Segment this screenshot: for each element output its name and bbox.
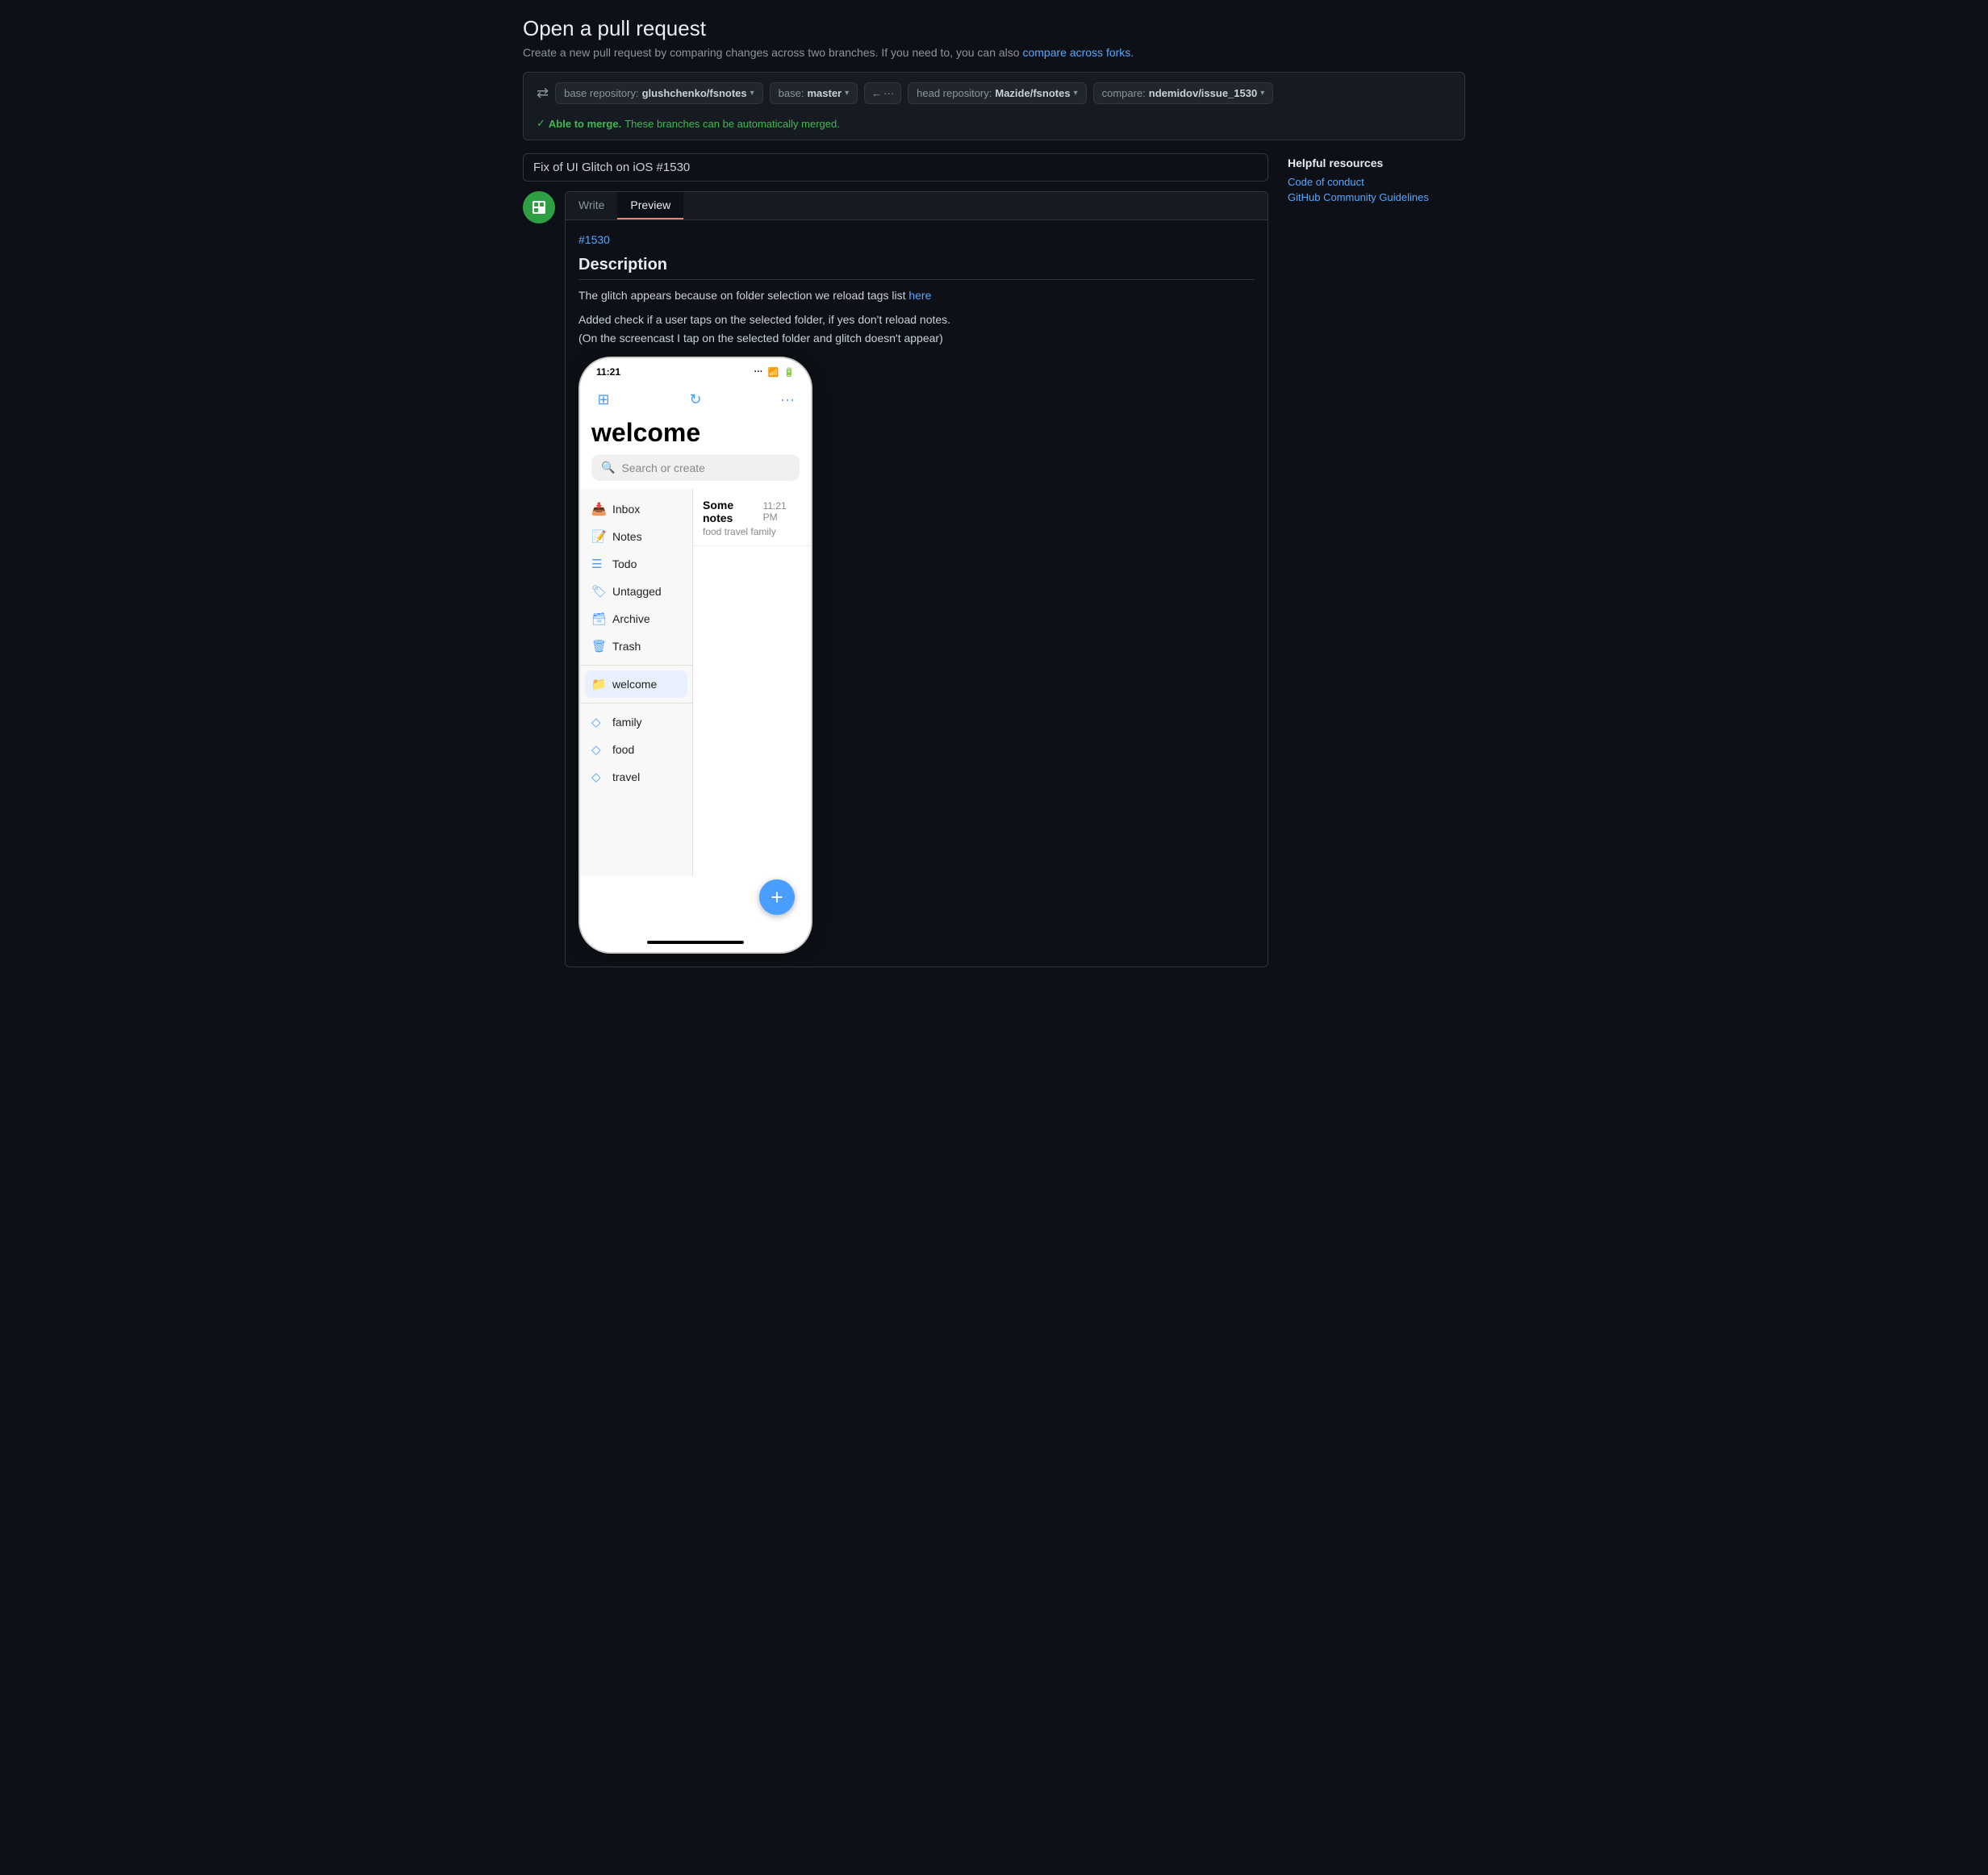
phone-sidebar-divider [580,665,692,666]
notes-icon: 📝 [591,529,606,544]
phone-note-item[interactable]: Some notes 11:21 PM food travel family [693,489,811,546]
description-heading: Description [578,256,1255,280]
page-subtitle: Create a new pull request by comparing c… [523,46,1465,59]
archive-icon: 🗃 [591,612,606,626]
issue-link[interactable]: #1530 [578,233,610,246]
trash-icon: 🗑 [591,639,606,654]
community-guidelines-link[interactable]: GitHub Community Guidelines [1288,191,1465,203]
todo-icon: ☰ [591,557,606,571]
folder-icon: 📁 [591,677,606,691]
phone-content: ⊞ ↻ ··· welcome 🔍 Search or create [580,381,811,952]
phone-sidebar-toggle[interactable]: ⊞ [591,387,616,411]
phone-action-icon[interactable]: ↻ [683,387,708,411]
phone-footer: + [580,876,811,933]
phone-app-title: welcome [580,418,811,454]
merge-status: ✓ Able to merge. These branches can be a… [537,117,1451,130]
phone-search-icon: 🔍 [601,461,615,474]
inbox-icon: 📥 [591,502,606,516]
note-time: 11:21 PM [763,500,801,523]
sidebar-item-inbox[interactable]: 📥 Inbox [580,495,692,523]
avatar [523,191,555,223]
arrow-button: ← ··· [864,82,901,104]
editor-container: Write Preview #1530 Description The glit… [565,191,1268,967]
sidebar-item-archive[interactable]: 🗃 Archive [580,605,692,633]
code-of-conduct-link[interactable]: Code of conduct [1288,176,1465,188]
description-paragraph1: The glitch appears because on folder sel… [578,286,1255,304]
tab-preview[interactable]: Preview [617,192,683,219]
note-title: Some notes [703,499,763,524]
untagged-icon: 🏷 [591,584,606,599]
helpful-resources-sidebar: Helpful resources Code of conduct GitHub… [1288,153,1465,207]
resources-title: Helpful resources [1288,157,1465,169]
sidebar-item-todo[interactable]: ☰ Todo [580,550,692,578]
base-repo-select[interactable]: base repository: glushchenko/fsnotes ▾ [555,82,763,104]
editor-preview-content: #1530 Description The glitch appears bec… [566,220,1268,967]
here-link[interactable]: here [908,289,931,302]
pr-form: Write Preview #1530 Description The glit… [523,153,1268,967]
compare-forks-link[interactable]: compare across forks. [1022,46,1134,59]
phone-notes-list: Some notes 11:21 PM food travel family [693,489,811,876]
phone-search-placeholder: Search or create [621,461,705,474]
sidebar-item-untagged[interactable]: 🏷 Untagged [580,578,692,605]
phone-bottom-bar [580,933,811,952]
sidebar-item-trash[interactable]: 🗑 Trash [580,633,692,660]
home-indicator [647,941,744,944]
base-branch-select[interactable]: base: master ▾ [770,82,858,104]
tag-family-icon: ◇ [591,715,606,729]
note-preview: food travel family [703,526,801,537]
phone-header: ⊞ ↻ ··· [580,381,811,418]
sidebar-item-food[interactable]: ◇ food [580,736,692,763]
phone-status-bar: 11:21 ··· 📶 🔋 [580,358,811,381]
phone-sidebar-divider2 [580,703,692,704]
head-repo-select[interactable]: head repository: Mazide/fsnotes ▾ [908,82,1086,104]
sidebar-item-family[interactable]: ◇ family [580,708,692,736]
sidebar-item-notes[interactable]: 📝 Notes [580,523,692,550]
description-paragraph2: Added check if a user taps on the select… [578,311,1255,347]
tab-write[interactable]: Write [566,192,617,219]
tag-food-icon: ◇ [591,742,606,757]
phone-time: 11:21 [596,366,620,378]
fab-button[interactable]: + [759,879,795,915]
sidebar-item-travel[interactable]: ◇ travel [580,763,692,791]
merge-icon: ⇄ [537,85,549,102]
phone-more-icon[interactable]: ··· [775,387,800,411]
phone-mockup: 11:21 ··· 📶 🔋 ⊞ ↻ [578,357,812,954]
pr-title-input[interactable] [523,153,1268,182]
phone-status-icons: ··· 📶 🔋 [754,367,795,378]
compare-branch-select[interactable]: compare: ndemidov/issue_1530 ▾ [1093,82,1274,104]
editor-tabs: Write Preview [566,192,1268,220]
page-title: Open a pull request [523,16,1465,41]
tag-travel-icon: ◇ [591,770,606,784]
phone-body: 📥 Inbox 📝 Notes ☰ [580,489,811,876]
phone-search-bar[interactable]: 🔍 Search or create [591,454,800,481]
phone-sidebar: 📥 Inbox 📝 Notes ☰ [580,489,693,876]
branch-bar: ⇄ base repository: glushchenko/fsnotes ▾… [523,72,1465,140]
sidebar-item-welcome[interactable]: 📁 welcome [585,670,687,698]
